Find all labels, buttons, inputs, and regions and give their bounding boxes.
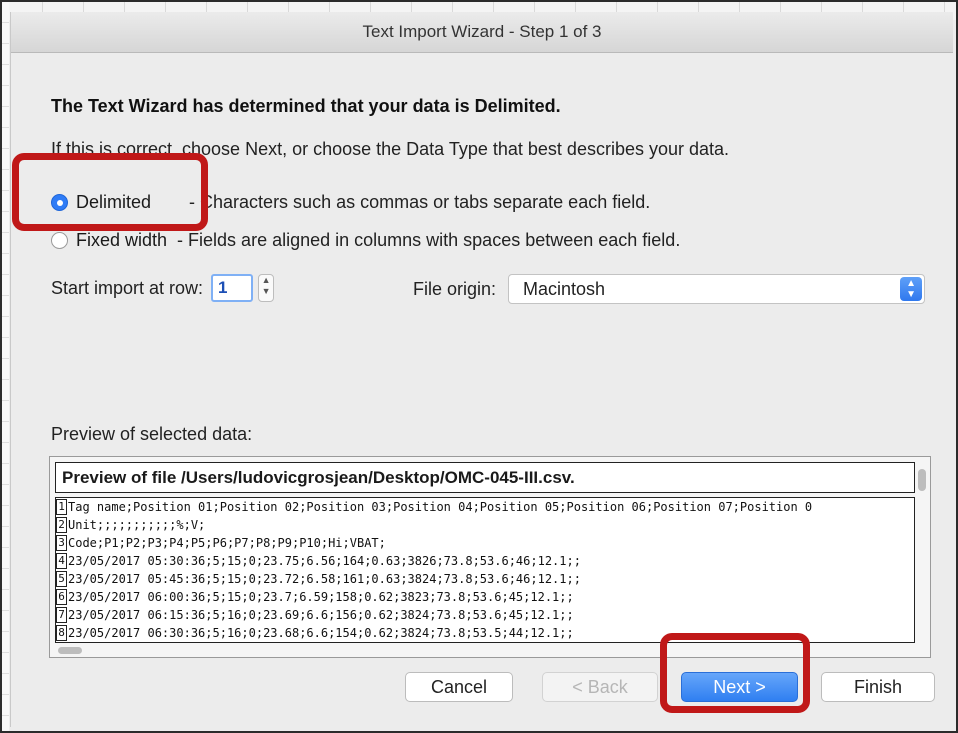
preview-line: 3 Code;P1;P2;P3;P4;P5;P6;P7;P8;P9;P10;Hi;… [56,534,914,552]
select-arrows-icon[interactable]: ▲ ▼ [900,277,923,301]
cancel-button[interactable]: Cancel [405,672,513,702]
dialog-titlebar[interactable]: Text Import Wizard - Step 1 of 3 [11,12,953,53]
file-origin-row: File origin: Macintosh ▲ ▼ [413,274,926,304]
back-button[interactable]: < Back [542,672,658,702]
preview-line-text: 23/05/2017 06:00:36;5;15;0;23.7;6.59;158… [68,590,574,604]
preview-line-text: Code;P1;P2;P3;P4;P5;P6;P7;P8;P9;P10;Hi;V… [68,536,386,550]
vertical-scrollbar[interactable] [918,469,926,491]
preview-line-number: 8 [56,625,67,641]
preview-line: 2 Unit;;;;;;;;;;;%;V; [56,516,914,534]
preview-line-number: 2 [56,517,67,533]
start-row-input[interactable]: 1 [211,274,254,302]
dialog-title: Text Import Wizard - Step 1 of 3 [362,22,602,41]
preview-lines[interactable]: 1 Tag name;Position 01;Position 02;Positi… [55,497,915,643]
preview-line: 7 23/05/2017 06:15:36;5;16;0;23.69;6.6;15… [56,606,914,624]
fixed-width-label: Fixed width [76,230,168,250]
preview-line-text: 23/05/2017 05:30:36;5;15;0;23.75;6.56;16… [68,554,581,568]
preview-panel: Preview of file /Users/ludovicgrosjean/D… [49,456,931,658]
preview-line-number: 4 [56,553,67,569]
preview-line: 1 Tag name;Position 01;Position 02;Positi… [56,498,914,516]
stepper-down-icon[interactable]: ▼ [259,286,273,297]
option-fixed-width[interactable]: Fixed width - Fields are aligned in colu… [51,230,680,251]
preview-line-text: Tag name;Position 01;Position 02;Positio… [68,500,813,514]
start-row-value: 1 [218,278,228,297]
preview-line-number: 6 [56,589,67,605]
stepper-up-icon[interactable]: ▲ [259,275,273,286]
preview-line-text: Unit;;;;;;;;;;;%;V; [68,518,206,532]
preview-line-number: 5 [56,571,67,587]
preview-line-text: 23/05/2017 05:45:36;5;15;0;23.72;6.58;16… [68,572,581,586]
text-import-dialog: Text Import Wizard - Step 1 of 3 The Tex… [10,12,953,727]
window-frame: Text Import Wizard - Step 1 of 3 The Tex… [0,0,958,733]
wizard-heading: The Text Wizard has determined that your… [51,96,561,116]
annotation-highlight-next [660,633,810,713]
preview-line-text: 23/05/2017 06:15:36;5;16;0;23.69;6.6;156… [68,608,574,622]
file-origin-select[interactable]: Macintosh ▲ ▼ [508,274,926,304]
file-origin-value: Macintosh [523,278,606,299]
preview-line-number: 1 [56,499,67,515]
file-origin-label: File origin: [413,278,497,299]
start-import-label: Start import at row: [51,277,204,298]
preview-line: 6 23/05/2017 06:00:36;5;15;0;23.7;6.59;15… [56,588,914,606]
start-row-stepper[interactable]: ▲ ▼ [258,274,275,302]
annotation-highlight-delimited [12,153,208,231]
horizontal-scrollbar[interactable] [58,647,82,654]
start-import-row: Start import at row: 1 ▲ ▼ [51,274,275,302]
preview-line: 5 23/05/2017 05:45:36;5;15;0;23.72;6.58;1… [56,570,914,588]
preview-file-header: Preview of file /Users/ludovicgrosjean/D… [55,462,915,493]
fixed-width-description: - Fields are aligned in columns with spa… [177,230,681,250]
spreadsheet-grid-left [2,2,9,731]
fixed-width-radio[interactable] [51,232,68,249]
finish-button[interactable]: Finish [821,672,935,702]
preview-line-number: 3 [56,535,67,551]
delimited-description: - Characters such as commas or tabs sepa… [189,192,651,212]
preview-line-number: 7 [56,607,67,623]
preview-label: Preview of selected data: [51,424,253,444]
preview-line: 4 23/05/2017 05:30:36;5;15;0;23.75;6.56;1… [56,552,914,570]
preview-line-text: 23/05/2017 06:30:36;5;16;0;23.68;6.6;154… [68,626,574,640]
